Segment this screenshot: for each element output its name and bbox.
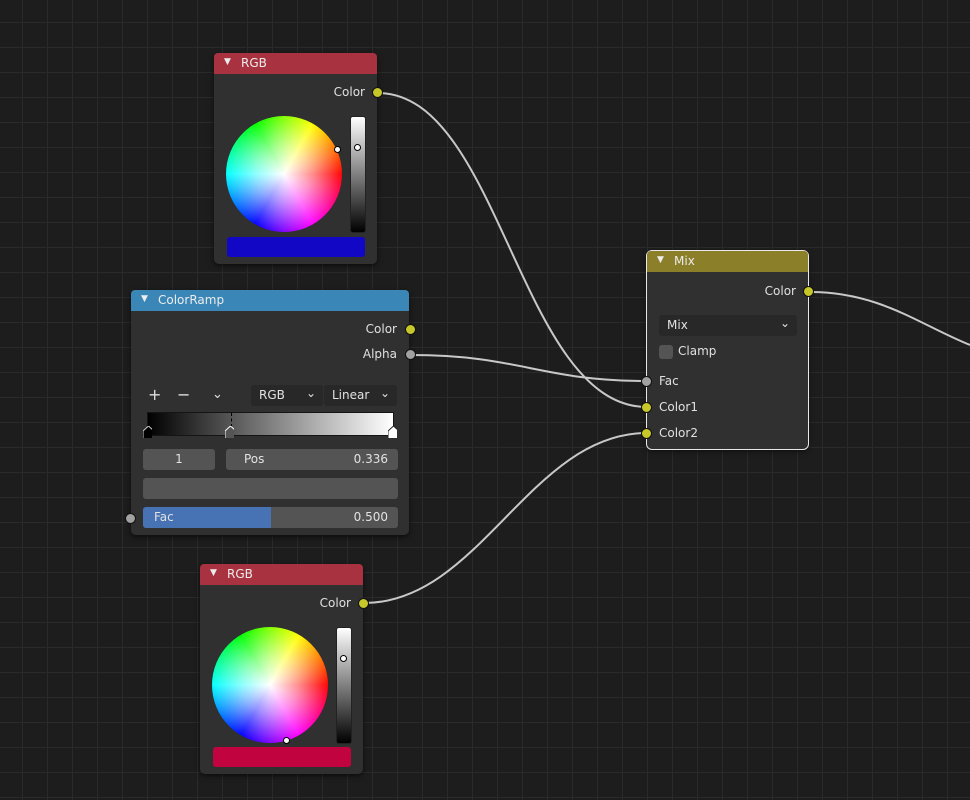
color-wheel[interactable] [212,627,328,744]
output-label-alpha: Alpha [362,347,397,361]
input-socket-color1[interactable] [641,402,652,413]
clamp-checkbox[interactable] [659,345,673,359]
interpolation-select[interactable]: Linear ⌄ [324,385,397,406]
clamp-label: Clamp [678,344,717,358]
node-title: RGB [227,567,253,581]
collapse-triangle-icon[interactable]: ▼ [210,568,217,578]
position-label: Pos [244,452,265,466]
color-swatch[interactable] [227,237,365,257]
blend-mode-select[interactable]: Mix ⌄ [659,315,797,336]
add-stop-icon[interactable]: + [148,387,161,403]
output-label-color: Color [764,284,796,298]
link-rgb-top-to-color1[interactable] [377,92,648,408]
input-label-color2: Color2 [659,426,698,440]
color-mode-select[interactable]: RGB ⌄ [251,385,323,406]
stop-color-field[interactable] [143,478,398,499]
remove-stop-icon[interactable]: − [177,387,190,403]
node-title: Mix [674,254,695,268]
output-label-color: Color [333,85,365,99]
color-ramp-bar[interactable] [147,412,394,436]
input-socket-fac[interactable] [641,376,652,387]
collapse-triangle-icon[interactable]: ▼ [657,255,664,265]
node-title: ColorRamp [158,293,225,307]
input-socket-color2[interactable] [641,428,652,439]
value-slider[interactable] [336,627,352,744]
colorramp-node[interactable]: ▼ ColorRamp Color Alpha + − ⌄ RGB ⌄ Line… [125,290,416,535]
fac-slider[interactable]: Fac 0.500 [143,507,398,528]
node-header[interactable]: ▼ RGB [214,53,377,74]
link-mix-output[interactable] [809,291,970,346]
active-stop-marker [231,413,232,427]
color-swatch[interactable] [213,747,351,767]
output-socket-color[interactable] [405,324,416,335]
chevron-down-icon: ⌄ [379,386,390,400]
color-stop-0[interactable] [143,426,152,438]
link-alpha-to-fac[interactable] [410,354,648,382]
node-title: RGB [241,56,267,70]
node-header[interactable]: ▼ Mix [647,251,808,272]
mix-node[interactable]: ▼ Mix Color Mix ⌄ Clamp Fac Color1 Color… [641,250,814,450]
collapse-triangle-icon[interactable]: ▼ [141,294,148,304]
output-label-color: Color [319,596,351,610]
interpolation-value: Linear [332,388,370,402]
rgb-node-top[interactable]: ▼ RGB Color [214,53,383,264]
output-socket-color[interactable] [803,286,814,297]
stop-index-field[interactable]: 1 [143,449,215,470]
value-slider-knob[interactable] [340,655,347,662]
blend-mode-value: Mix [667,318,688,332]
color-wheel-cursor[interactable] [283,737,290,744]
node-header[interactable]: ▼ ColorRamp [131,290,409,311]
color-stop-2[interactable] [388,426,397,438]
chevron-down-icon[interactable]: ⌄ [212,387,223,403]
output-socket-color[interactable] [372,87,383,98]
chevron-down-icon: ⌄ [305,386,316,400]
node-header[interactable]: ▼ RGB [200,564,363,585]
output-label-color: Color [365,322,397,336]
color-mode-value: RGB [259,388,285,402]
chevron-down-icon: ⌄ [779,316,790,330]
input-label-color1: Color1 [659,400,698,414]
color-wheel-cursor[interactable] [334,146,341,153]
output-socket-color[interactable] [358,598,369,609]
stop-index-value: 1 [175,452,183,466]
fac-value: 0.500 [353,510,388,524]
position-field[interactable]: Pos 0.336 [226,449,398,470]
value-slider-knob[interactable] [354,144,361,151]
output-socket-alpha[interactable] [405,349,416,360]
color-wheel[interactable] [226,116,342,232]
value-slider[interactable] [350,116,366,233]
position-value: 0.336 [353,452,388,466]
input-socket-fac[interactable] [125,513,136,524]
input-label-fac: Fac [659,374,679,388]
collapse-triangle-icon[interactable]: ▼ [224,57,231,67]
rgb-node-bottom[interactable]: ▼ RGB Color [200,564,369,774]
fac-label: Fac [154,510,174,524]
color-stop-1[interactable] [225,426,234,438]
